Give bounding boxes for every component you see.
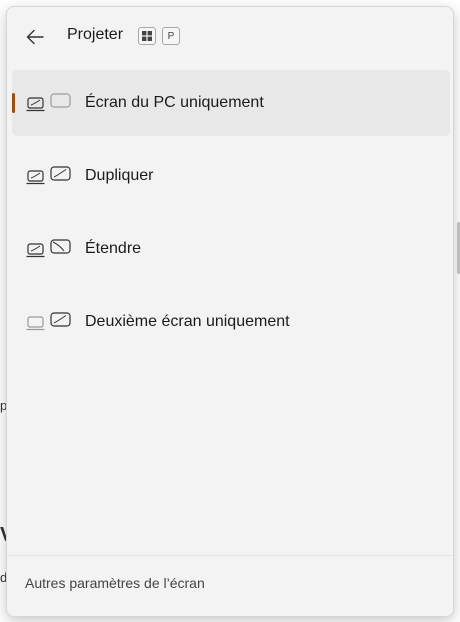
option-label: Dupliquer [85,167,154,184]
projection-options-list: Écran du PC uniquement Dupliquer Étendre [12,70,450,362]
option-label: Étendre [85,240,142,257]
option-second-screen-only[interactable]: Deuxième écran uniquement [12,289,450,355]
back-arrow-icon [26,29,44,45]
flyout-footer: Autres paramètres de l’écran [7,555,453,616]
option-label: Deuxième écran uniquement [85,313,290,330]
duplicate-icon [26,166,71,185]
flyout-header: Projeter P [7,7,453,65]
option-pc-screen-only[interactable]: Écran du PC uniquement [12,70,450,136]
more-display-settings-link[interactable]: Autres paramètres de l’écran [25,575,205,591]
page-title: Projeter [67,26,124,43]
windows-key-hint [138,27,156,45]
project-flyout: Projeter P Écran du PC uniquement Dupliq… [6,6,454,617]
windows-logo-icon [142,31,152,41]
option-label: Écran du PC uniquement [85,94,264,111]
option-extend[interactable]: Étendre [12,216,450,282]
pc-screen-only-icon [26,93,71,112]
back-button[interactable] [19,23,51,51]
p-key-hint: P [162,27,180,45]
extend-icon [26,239,71,258]
selected-indicator [12,93,15,113]
option-duplicate[interactable]: Dupliquer [12,143,450,209]
second-screen-only-icon [26,312,71,331]
